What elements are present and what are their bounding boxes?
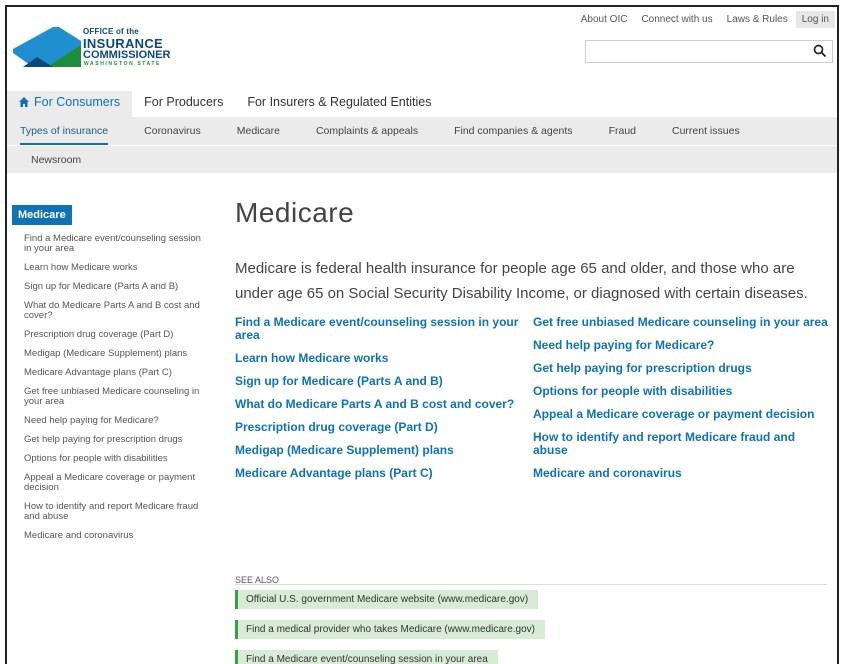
topic-link[interactable]: Get free unbiased Medicare counseling in… (533, 316, 828, 329)
see-also-link[interactable]: Find a Medicare event/counseling session… (235, 650, 498, 664)
main-content: Medicare Medicare is federal health insu… (235, 197, 831, 664)
topic-link[interactable]: Need help paying for Medicare? (533, 339, 828, 352)
topic-links-left: Find a Medicare event/counseling session… (235, 316, 533, 490)
sidebar-item[interactable]: Need help paying for Medicare? (12, 416, 207, 426)
search-icon[interactable] (813, 44, 827, 58)
sidebar-item[interactable]: Get help paying for prescription drugs (12, 435, 207, 445)
topic-link[interactable]: Find a Medicare event/counseling session… (235, 316, 530, 342)
sidebar-item[interactable]: Options for people with disabilities (12, 454, 207, 464)
utility-link-laws[interactable]: Laws & Rules (721, 11, 794, 28)
topic-link[interactable]: Learn how Medicare works (235, 352, 530, 365)
sidebar-item[interactable]: What do Medicare Parts A and B cost and … (12, 301, 207, 321)
logo-line-4: WASHINGTON STATE (84, 61, 161, 67)
logo-line-1: OFFICE of the (83, 27, 139, 36)
topic-link[interactable]: Sign up for Medicare (Parts A and B) (235, 375, 530, 388)
secondary-nav: Types of insurance Coronavirus Medicare … (7, 117, 837, 173)
subnav-find-companies[interactable]: Find companies & agents (454, 125, 572, 137)
page-title: Medicare (235, 197, 355, 228)
topic-link[interactable]: Medigap (Medicare Supplement) plans (235, 444, 530, 457)
see-also-link[interactable]: Official U.S. government Medicare websit… (235, 590, 539, 609)
sidebar-item[interactable]: Medicare Advantage plans (Part C) (12, 368, 207, 378)
topic-links: Find a Medicare event/counseling session… (235, 316, 831, 490)
home-icon (19, 97, 29, 107)
see-also-divider (235, 584, 827, 585)
sidebar-item[interactable]: How to identify and report Medicare frau… (12, 502, 207, 522)
sidebar-item[interactable]: Appeal a Medicare coverage or payment de… (12, 473, 207, 493)
utility-link-connect[interactable]: Connect with us (635, 11, 718, 28)
topic-link[interactable]: Prescription drug coverage (Part D) (235, 421, 530, 434)
topic-link[interactable]: Medicare and coronavirus (533, 467, 828, 480)
sidebar-item[interactable]: Medicare and coronavirus (12, 531, 207, 541)
subnav-types-of-insurance[interactable]: Types of insurance (20, 125, 109, 145)
subnav-current-issues[interactable]: Current issues (672, 125, 740, 137)
topic-links-right: Get free unbiased Medicare counseling in… (533, 316, 831, 490)
sidebar-list: Find a Medicare event/counseling session… (12, 234, 212, 541)
topic-link[interactable]: Appeal a Medicare coverage or payment de… (533, 408, 828, 421)
sidebar: Medicare Find a Medicare event/counselin… (12, 205, 212, 550)
topic-link[interactable]: Options for people with disabilities (533, 385, 828, 398)
sidebar-item[interactable]: Learn how Medicare works (12, 263, 207, 273)
utility-nav: About OIC Connect with us Laws & Rules L… (575, 11, 835, 28)
tab-for-producers[interactable]: For Producers (132, 91, 235, 117)
audience-tabs: For Consumers For Producers For Insurers… (7, 91, 837, 117)
see-also-link[interactable]: Find a medical provider who takes Medica… (235, 620, 546, 639)
logo-line-3: COMMISSIONER (83, 49, 171, 61)
lead-paragraph: Medicare is federal health insurance for… (235, 260, 808, 302)
topic-link[interactable]: How to identify and report Medicare frau… (533, 431, 828, 457)
sidebar-heading[interactable]: Medicare (12, 205, 72, 225)
subnav-coronavirus[interactable]: Coronavirus (144, 125, 201, 137)
logo-mark-icon (13, 27, 81, 67)
browser-page: About OIC Connect with us Laws & Rules L… (5, 5, 839, 664)
login-button[interactable]: Log in (795, 11, 835, 28)
sidebar-item[interactable]: Medigap (Medicare Supplement) plans (12, 349, 207, 359)
sidebar-item[interactable]: Prescription drug coverage (Part D) (12, 330, 207, 340)
tab-label: For Consumers (34, 95, 121, 109)
search-box (585, 40, 833, 63)
topic-link[interactable]: Get help paying for prescription drugs (533, 362, 828, 375)
tab-for-consumers[interactable]: For Consumers (7, 91, 133, 117)
utility-link-about[interactable]: About OIC (575, 11, 634, 28)
subnav-complaints[interactable]: Complaints & appeals (316, 125, 418, 137)
subnav-newsroom[interactable]: Newsroom (31, 154, 81, 166)
topic-link[interactable]: Medicare Advantage plans (Part C) (235, 467, 530, 480)
sidebar-item[interactable]: Sign up for Medicare (Parts A and B) (12, 282, 207, 292)
subnav-medicare[interactable]: Medicare (237, 125, 280, 137)
tab-for-insurers[interactable]: For Insurers & Regulated Entities (235, 91, 443, 117)
sidebar-item[interactable]: Find a Medicare event/counseling session… (12, 234, 207, 254)
subnav-fraud[interactable]: Fraud (609, 125, 636, 137)
sidebar-item[interactable]: Get free unbiased Medicare counseling in… (12, 387, 207, 407)
topic-link[interactable]: What do Medicare Parts A and B cost and … (235, 398, 530, 411)
oic-logo[interactable]: OFFICE of the INSURANCE COMMISSIONER WAS… (13, 27, 173, 67)
search-input[interactable] (586, 41, 806, 62)
